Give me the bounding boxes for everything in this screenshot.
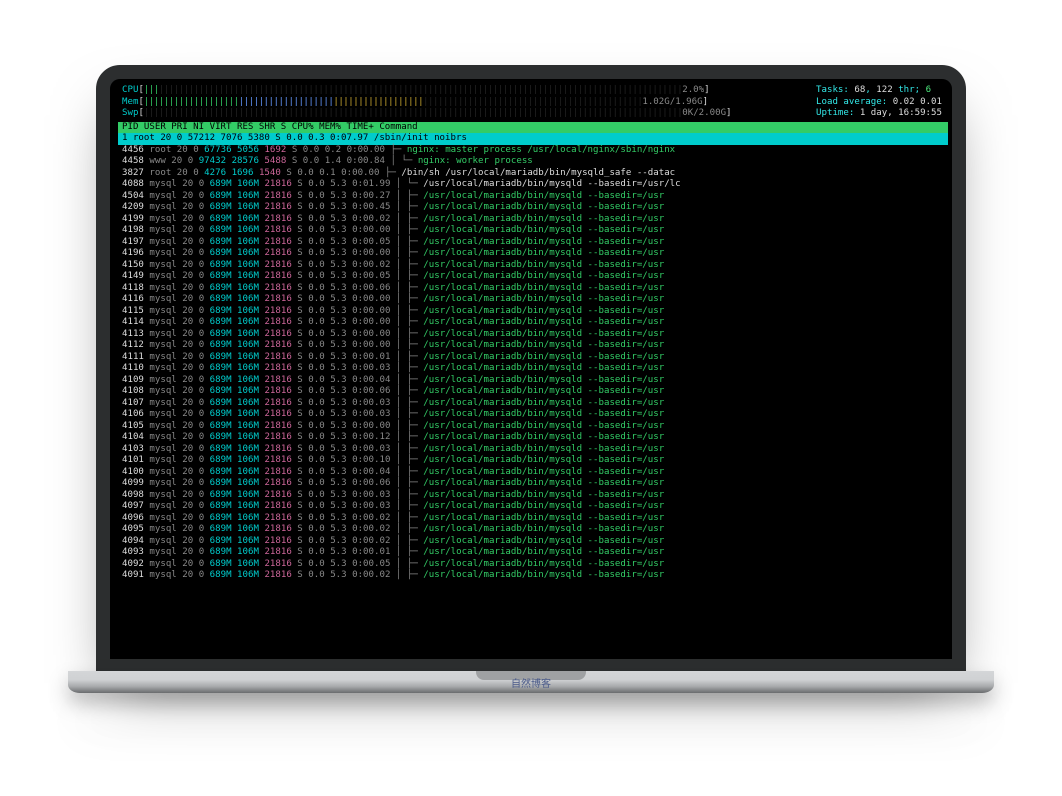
process-row[interactable]: 4100 mysql 20 0 689M 106M 21816 S 0.0 5.… <box>118 467 948 479</box>
process-row[interactable]: 4103 mysql 20 0 689M 106M 21816 S 0.0 5.… <box>118 444 948 456</box>
process-row[interactable]: 4091 mysql 20 0 689M 106M 21816 S 0.0 5.… <box>118 570 948 582</box>
process-row[interactable]: 4097 mysql 20 0 689M 106M 21816 S 0.0 5.… <box>118 501 948 513</box>
process-row[interactable]: 4088 mysql 20 0 689M 106M 21816 S 0.0 5.… <box>118 179 948 191</box>
screen-bezel: CPU[||||||||||||||||||||||||||||||||||||… <box>96 65 966 673</box>
process-row[interactable]: 4106 mysql 20 0 689M 106M 21816 S 0.0 5.… <box>118 409 948 421</box>
swp-total: 2.00G <box>699 108 726 118</box>
laptop-base: 自然博客 <box>68 671 994 693</box>
process-list[interactable]: 4456 root 20 0 67736 5056 1692 S 0.0 0.2… <box>118 145 948 582</box>
process-row[interactable]: 4096 mysql 20 0 689M 106M 21816 S 0.0 5.… <box>118 513 948 525</box>
process-row[interactable]: 4110 mysql 20 0 689M 106M 21816 S 0.0 5.… <box>118 363 948 375</box>
terminal[interactable]: CPU[||||||||||||||||||||||||||||||||||||… <box>110 79 952 659</box>
process-row[interactable]: 4199 mysql 20 0 689M 106M 21816 S 0.0 5.… <box>118 214 948 226</box>
process-row[interactable]: 4197 mysql 20 0 689M 106M 21816 S 0.0 5.… <box>118 237 948 249</box>
process-row[interactable]: 4196 mysql 20 0 689M 106M 21816 S 0.0 5.… <box>118 248 948 260</box>
tasks-label: Tasks: <box>816 85 849 95</box>
camera-icon <box>528 69 534 75</box>
process-row[interactable]: 4209 mysql 20 0 689M 106M 21816 S 0.0 5.… <box>118 202 948 214</box>
cpu-pct: 2.0% <box>682 85 704 97</box>
process-row[interactable]: 4104 mysql 20 0 689M 106M 21816 S 0.0 5.… <box>118 432 948 444</box>
process-row[interactable]: 4112 mysql 20 0 689M 106M 21816 S 0.0 5.… <box>118 340 948 352</box>
process-row[interactable]: 4092 mysql 20 0 689M 106M 21816 S 0.0 5.… <box>118 559 948 571</box>
system-info: Tasks: 68, 122 thr; 6 Load average: 0.02… <box>816 85 942 120</box>
process-row[interactable]: 4504 mysql 20 0 689M 106M 21816 S 0.0 5.… <box>118 191 948 203</box>
process-row[interactable]: 4108 mysql 20 0 689M 106M 21816 S 0.0 5.… <box>118 386 948 398</box>
process-row[interactable]: 4099 mysql 20 0 689M 106M 21816 S 0.0 5.… <box>118 478 948 490</box>
load-label: Load average: <box>816 97 887 107</box>
process-row[interactable]: 4105 mysql 20 0 689M 106M 21816 S 0.0 5.… <box>118 421 948 433</box>
process-row[interactable]: 4094 mysql 20 0 689M 106M 21816 S 0.0 5.… <box>118 536 948 548</box>
process-row[interactable]: 4149 mysql 20 0 689M 106M 21816 S 0.0 5.… <box>118 271 948 283</box>
process-row[interactable]: 4114 mysql 20 0 689M 106M 21816 S 0.0 5.… <box>118 317 948 329</box>
mem-used: 1.02G <box>642 97 669 107</box>
process-row[interactable]: 4109 mysql 20 0 689M 106M 21816 S 0.0 5.… <box>118 375 948 387</box>
process-row[interactable]: 4101 mysql 20 0 689M 106M 21816 S 0.0 5.… <box>118 455 948 467</box>
process-row[interactable]: 4456 root 20 0 67736 5056 1692 S 0.0 0.2… <box>118 145 948 157</box>
process-row[interactable]: 4093 mysql 20 0 689M 106M 21816 S 0.0 5.… <box>118 547 948 559</box>
mem-total: 1.96G <box>675 97 702 107</box>
process-row[interactable]: 4111 mysql 20 0 689M 106M 21816 S 0.0 5.… <box>118 352 948 364</box>
mem-label: Mem <box>122 97 138 109</box>
swp-used: 0K <box>682 108 693 118</box>
process-row[interactable]: 4150 mysql 20 0 689M 106M 21816 S 0.0 5.… <box>118 260 948 272</box>
process-row[interactable]: 3827 root 20 0 4276 1696 1540 S 0.0 0.1 … <box>118 168 948 180</box>
process-header[interactable]: PID USER PRI NI VIRT RES SHR S CPU% MEM%… <box>118 122 948 134</box>
selected-process-row[interactable]: 1 root 20 0 57212 7076 5380 S 0.0 0.3 0:… <box>118 133 948 145</box>
process-row[interactable]: 4118 mysql 20 0 689M 106M 21816 S 0.0 5.… <box>118 283 948 295</box>
cpu-label: CPU <box>122 85 138 97</box>
process-row[interactable]: 4107 mysql 20 0 689M 106M 21816 S 0.0 5.… <box>118 398 948 410</box>
uptime-label: Uptime: <box>816 108 854 118</box>
process-row[interactable]: 4115 mysql 20 0 689M 106M 21816 S 0.0 5.… <box>118 306 948 318</box>
swp-label: Swp <box>122 108 138 120</box>
watermark: 自然博客 <box>511 675 551 690</box>
process-row[interactable]: 4116 mysql 20 0 689M 106M 21816 S 0.0 5.… <box>118 294 948 306</box>
process-row[interactable]: 4458 www 20 0 97432 28576 5488 S 0.0 1.4… <box>118 156 948 168</box>
process-row[interactable]: 4098 mysql 20 0 689M 106M 21816 S 0.0 5.… <box>118 490 948 502</box>
process-row[interactable]: 4198 mysql 20 0 689M 106M 21816 S 0.0 5.… <box>118 225 948 237</box>
process-row[interactable]: 4095 mysql 20 0 689M 106M 21816 S 0.0 5.… <box>118 524 948 536</box>
laptop-frame: CPU[||||||||||||||||||||||||||||||||||||… <box>96 65 966 693</box>
process-row[interactable]: 4113 mysql 20 0 689M 106M 21816 S 0.0 5.… <box>118 329 948 341</box>
